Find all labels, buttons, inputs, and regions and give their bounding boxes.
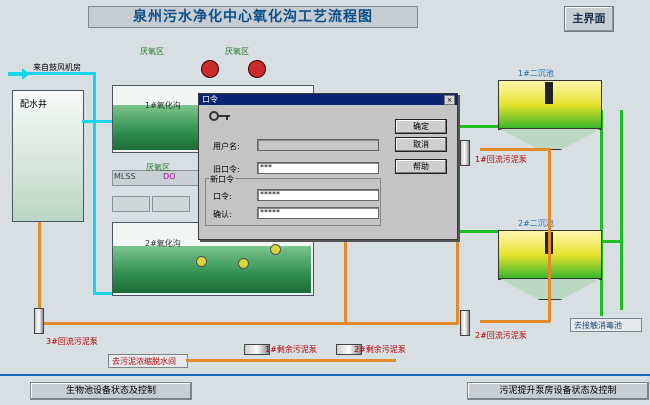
clarifier1-cone <box>498 128 602 150</box>
pump2-label: 2#回流污泥泵 <box>475 331 527 340</box>
to-disinfect-pipe-1 <box>600 110 603 316</box>
sensor-box-1 <box>112 196 150 212</box>
do-label: DO <box>163 172 176 181</box>
excess-pump2-label: 2#剩余污泥泵 <box>354 345 406 354</box>
float-ball-2 <box>238 258 249 269</box>
excess-pump1-label: 1#剩余污泥泵 <box>265 345 317 354</box>
ditch2-label: 2#氧化沟 <box>145 239 181 248</box>
ditch2-water <box>113 246 311 293</box>
new-password-field[interactable]: ***** <box>257 189 379 201</box>
password-dialog: 口令 × 用户名: 旧口令: *** 新口令 口令: ***** 确认: ***… <box>198 93 458 240</box>
username-label: 用户名: <box>213 142 240 151</box>
sludge-pump-status-button[interactable]: 污泥提升泵房设备状态及控制 <box>467 382 649 400</box>
return-sludge-pipe-bottom <box>480 320 550 323</box>
dialog-title: 口令 <box>199 94 457 105</box>
aerator-motor-2[interactable] <box>248 60 266 78</box>
username-field <box>257 139 379 151</box>
float-ball-1 <box>196 256 207 267</box>
clarifier1-drive[interactable] <box>545 82 553 104</box>
old-password-field[interactable]: *** <box>257 162 379 174</box>
return-sludge-pipe-right <box>548 148 551 322</box>
main-screen-button[interactable]: 主界面 <box>564 6 614 32</box>
anaerobic-label-right: 厌氧区 <box>225 47 249 56</box>
sensor-box-2 <box>152 196 190 212</box>
help-button[interactable]: 帮助 <box>395 159 447 174</box>
return-sludge-pipe-main <box>38 322 458 325</box>
new-password-group-label: 新口令 <box>209 174 235 185</box>
ditch1-label: 1#氧化沟 <box>145 101 181 110</box>
air-down-pipe <box>93 72 96 294</box>
pump1-label: 1#回流污泥泵 <box>475 155 527 164</box>
return-pump-3[interactable] <box>34 308 44 334</box>
ok-button[interactable]: 确定 <box>395 119 447 134</box>
well-outlet-pipe <box>82 120 112 123</box>
return-sludge-pipe-top <box>480 148 550 151</box>
clarifier1-label: 1#二沉池 <box>518 69 554 78</box>
float-ball-3 <box>270 244 281 255</box>
air-bottom-pipe <box>93 292 113 295</box>
to-disinfect-label: 去接触消毒池 <box>574 321 622 330</box>
mlss-label: MLSS <box>114 172 136 181</box>
aerobic-label: 厌氧区 <box>146 163 170 172</box>
return-pump-1[interactable] <box>460 140 470 166</box>
confirm-password-label: 确认: <box>213 210 232 219</box>
close-icon[interactable]: × <box>444 95 455 105</box>
to-dewater-pipe <box>186 359 396 362</box>
effluent-pipe-1 <box>456 125 498 128</box>
effluent-pipe-2 <box>456 230 498 233</box>
biotank-status-button[interactable]: 生物池设备状态及控制 <box>30 382 192 400</box>
to-dewater-label: 去污泥浓缩脱水间 <box>112 357 176 366</box>
aerator-motor-1[interactable] <box>201 60 219 78</box>
valve-excess2[interactable] <box>316 344 332 360</box>
water-well-label: 配水井 <box>20 100 48 110</box>
return-pump-2[interactable] <box>460 310 470 336</box>
confirm-password-field[interactable]: ***** <box>257 207 379 219</box>
bottom-divider <box>0 374 650 376</box>
new-password-label: 口令: <box>213 192 232 201</box>
pump3-label: 3#回流污泥泵 <box>46 337 98 346</box>
valve-pump2[interactable] <box>440 262 456 278</box>
cancel-button[interactable]: 取消 <box>395 137 447 152</box>
to-disinfect-pipe-3 <box>620 110 623 310</box>
page-title: 泉州污水净化中心氧化沟工艺流程图 <box>88 6 418 28</box>
air-main-pipe <box>28 72 96 75</box>
key-icon <box>209 110 231 122</box>
anaerobic-label-left: 厌氧区 <box>140 47 164 56</box>
valve-excess1[interactable] <box>214 344 230 360</box>
